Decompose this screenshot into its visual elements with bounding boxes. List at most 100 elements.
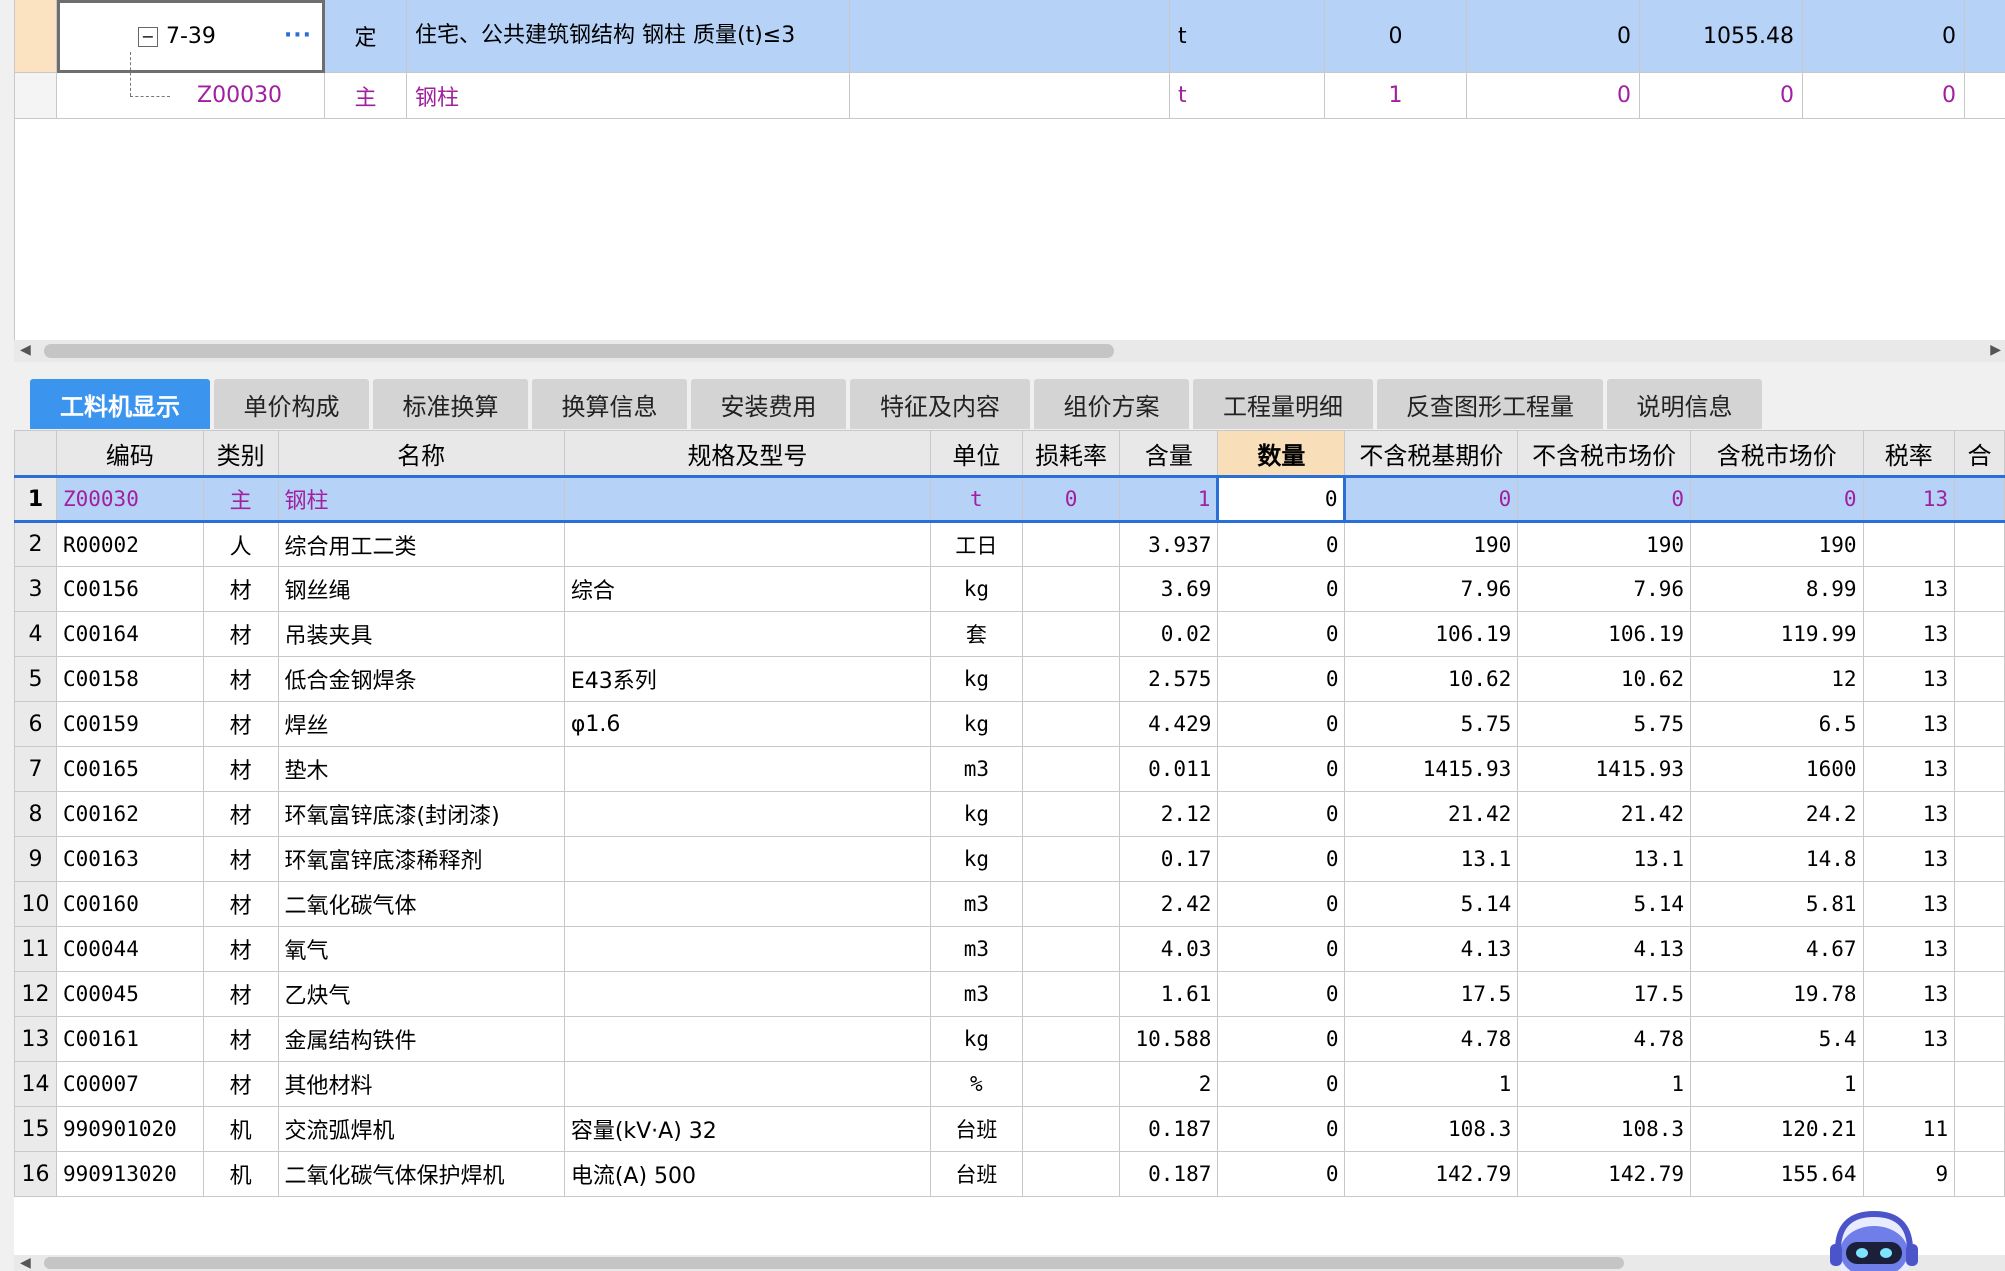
unit-cell[interactable]: kg — [930, 566, 1023, 612]
col-header[interactable]: 含量 — [1119, 430, 1219, 477]
loss-rate-cell[interactable] — [1021, 791, 1121, 837]
row-number[interactable]: 10 — [14, 881, 57, 927]
quantity-cell[interactable]: 0 — [1217, 971, 1346, 1017]
row-number[interactable]: 16 — [14, 1151, 57, 1197]
tab-standard-conversion[interactable]: 标准换算 — [373, 379, 528, 429]
row-number[interactable]: 9 — [14, 836, 57, 882]
extra-cell[interactable] — [1954, 611, 2005, 657]
extra-cell[interactable] — [1954, 656, 2005, 702]
quantity-cell[interactable]: 0 — [1217, 881, 1346, 927]
tax-rate-cell[interactable]: 13 — [1862, 836, 1956, 882]
qty-cell[interactable]: 1 — [1325, 73, 1467, 119]
row-indicator[interactable] — [15, 0, 57, 73]
type-cell[interactable]: 材 — [202, 701, 279, 747]
tab-features[interactable]: 特征及内容 — [850, 379, 1030, 429]
quantity-cell[interactable]: 0 — [1217, 566, 1346, 612]
tab-description[interactable]: 说明信息 — [1607, 379, 1762, 429]
market-price-cell[interactable]: 13.1 — [1517, 836, 1692, 882]
tax-price-cell[interactable]: 12 — [1690, 656, 1864, 702]
extra-cell[interactable] — [1954, 1061, 2005, 1107]
row-number[interactable]: 7 — [14, 746, 57, 792]
unit-cell[interactable]: kg — [930, 1016, 1023, 1062]
tax-price-cell[interactable]: 119.99 — [1690, 611, 1864, 657]
content-cell[interactable]: 0.187 — [1119, 1106, 1219, 1152]
name-cell[interactable]: 氧气 — [277, 926, 565, 972]
row-number[interactable]: 5 — [14, 656, 57, 702]
name-cell[interactable]: 垫木 — [277, 746, 565, 792]
type-cell[interactable]: 定 — [325, 0, 407, 73]
base-price-cell[interactable]: 4.78 — [1344, 1016, 1519, 1062]
unit-cell[interactable]: m3 — [930, 926, 1023, 972]
tax-rate-cell[interactable]: 9 — [1862, 1151, 1956, 1197]
table-row[interactable]: 13 C00161 材金属结构铁件 kg 10.588 0 4.78 4.78 5.4 13 — [14, 1016, 2005, 1062]
quantity-cell[interactable]: 0 — [1217, 1151, 1346, 1197]
market-price-cell[interactable]: 4.13 — [1517, 926, 1692, 972]
loss-rate-cell[interactable] — [1021, 971, 1121, 1017]
table-row[interactable]: 14 C00007 材其他材料% 2 0 1 1 1 — [14, 1061, 2005, 1107]
unit-cell[interactable]: 台班 — [930, 1106, 1023, 1152]
quantity-cell[interactable]: 0 — [1217, 611, 1346, 657]
content-cell[interactable]: 0.17 — [1119, 836, 1219, 882]
tax-price-cell[interactable]: 1 — [1690, 1061, 1864, 1107]
spec-cell[interactable] — [563, 881, 932, 927]
market-price-cell[interactable]: 108.3 — [1517, 1106, 1692, 1152]
value-cell-3[interactable]: 0 — [1803, 0, 1965, 73]
type-cell[interactable]: 材 — [202, 836, 279, 882]
code-cell[interactable]: C00044 — [55, 926, 204, 972]
market-price-cell[interactable]: 5.14 — [1517, 881, 1692, 927]
col-header[interactable]: 名称 — [277, 430, 565, 477]
col-header[interactable]: 含税市场价 — [1690, 430, 1864, 477]
base-price-cell[interactable]: 10.62 — [1344, 656, 1519, 702]
more-options-icon[interactable]: ··· — [284, 23, 312, 48]
col-header[interactable]: 单位 — [930, 430, 1023, 477]
tab-quantity-detail[interactable]: 工程量明细 — [1193, 379, 1373, 429]
bottom-horizontal-scrollbar[interactable]: ◀ — [14, 1255, 2005, 1271]
tab-conversion-info[interactable]: 换算信息 — [532, 379, 687, 429]
content-cell[interactable]: 1 — [1119, 475, 1219, 523]
table-row[interactable]: 10 C00160 材二氧化碳气体 m3 2.42 0 5.14 5.14 5.81 13 — [14, 881, 2005, 927]
content-cell[interactable]: 10.588 — [1119, 1016, 1219, 1062]
loss-rate-cell[interactable] — [1021, 656, 1121, 702]
name-cell[interactable]: 钢丝绳 — [277, 566, 565, 612]
unit-cell[interactable]: m3 — [930, 881, 1023, 927]
loss-rate-cell[interactable] — [1021, 746, 1121, 792]
value-cell-3[interactable]: 0 — [1803, 73, 1965, 119]
table-row[interactable]: 5 C00158 材低合金钢焊条 E43系列 kg 2.575 0 10.62 10.62 12 1… — [14, 656, 2005, 702]
market-price-cell[interactable]: 4.78 — [1517, 1016, 1692, 1062]
scroll-left-arrow-icon[interactable]: ◀ — [20, 342, 31, 358]
row-number[interactable]: 15 — [14, 1106, 57, 1152]
tab-installation-cost[interactable]: 安装费用 — [691, 379, 846, 429]
col-header[interactable]: 规格及型号 — [563, 430, 932, 477]
tax-price-cell[interactable]: 5.4 — [1690, 1016, 1864, 1062]
top-horizontal-scrollbar[interactable]: ◀ ▶ — [14, 340, 2005, 362]
table-row[interactable]: 2 R00002 人综合用工二类 工日 3.937 0 190 190 190 — [14, 521, 2005, 567]
tax-rate-cell[interactable]: 13 — [1862, 1016, 1956, 1062]
tax-price-cell[interactable]: 6.5 — [1690, 701, 1864, 747]
loss-rate-cell[interactable] — [1021, 1151, 1121, 1197]
tax-price-cell[interactable]: 155.64 — [1690, 1151, 1864, 1197]
unit-cell[interactable]: m3 — [930, 971, 1023, 1017]
base-price-cell[interactable]: 21.42 — [1344, 791, 1519, 837]
unit-cell[interactable]: 套 — [930, 611, 1023, 657]
extra-cell[interactable] — [1954, 791, 2005, 837]
tax-rate-cell[interactable]: 13 — [1862, 926, 1956, 972]
spec-cell[interactable] — [563, 521, 932, 567]
tax-rate-cell[interactable]: 13 — [1862, 611, 1956, 657]
table-row[interactable]: 3 C00156 材钢丝绳 综合 kg 3.69 0 7.96 7.96 8.99 13 — [14, 566, 2005, 612]
code-cell[interactable]: C00045 — [55, 971, 204, 1017]
tax-rate-cell[interactable]: 13 — [1862, 656, 1956, 702]
tax-price-cell[interactable]: 120.21 — [1690, 1106, 1864, 1152]
tax-price-cell[interactable]: 190 — [1690, 521, 1864, 567]
content-cell[interactable]: 0.187 — [1119, 1151, 1219, 1197]
col-header[interactable]: 类别 — [202, 430, 279, 477]
loss-rate-cell[interactable] — [1021, 881, 1121, 927]
base-price-cell[interactable]: 17.5 — [1344, 971, 1519, 1017]
name-cell[interactable]: 交流弧焊机 — [277, 1106, 565, 1152]
market-price-cell[interactable]: 0 — [1517, 475, 1692, 523]
code-cell[interactable]: R00002 — [55, 521, 204, 567]
unit-cell[interactable]: % — [930, 1061, 1023, 1107]
extra-cell[interactable] — [1954, 1106, 2005, 1152]
extra-cell[interactable] — [1954, 881, 2005, 927]
unit-cell[interactable]: kg — [930, 791, 1023, 837]
content-cell[interactable]: 2.575 — [1119, 656, 1219, 702]
